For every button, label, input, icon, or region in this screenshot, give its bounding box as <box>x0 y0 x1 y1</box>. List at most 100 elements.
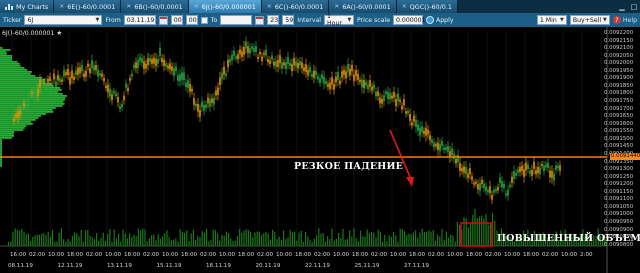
timeframe-select[interactable]: 1 Min ▼ <box>536 15 567 25</box>
time-tick-label: 10:00 <box>219 252 236 258</box>
candle <box>451 148 453 156</box>
from-date-field[interactable]: 03.11.19 <box>123 15 156 25</box>
help-button[interactable]: ? Help <box>612 16 637 24</box>
candle <box>23 102 25 107</box>
time-tick-label: 18:00 <box>124 252 141 258</box>
volume-profile-bar <box>0 141 2 143</box>
candle <box>507 189 509 196</box>
tab-6b[interactable]: ✕ 6B()-60/0.0001 <box>121 0 189 13</box>
tab-6c[interactable]: ✕ 6C()-60/0.0001 <box>261 0 330 13</box>
candle <box>531 170 533 176</box>
volume-profile-bar <box>0 105 63 107</box>
calendar-icon[interactable] <box>158 15 168 25</box>
volume-bar <box>430 232 432 246</box>
tab-label: 6C()-60/0.0001 <box>274 2 324 11</box>
close-icon[interactable]: ✕ <box>402 3 407 10</box>
candle <box>21 106 23 115</box>
candle <box>49 76 51 81</box>
candle <box>407 110 409 114</box>
candle <box>419 127 421 136</box>
candle <box>333 84 335 90</box>
tab-6a[interactable]: ✕ 6A()-60/0.0001 <box>329 0 397 13</box>
close-icon[interactable]: ✕ <box>267 3 272 10</box>
candle <box>471 176 473 181</box>
volume-profile-bar <box>0 111 54 113</box>
candle <box>215 90 217 96</box>
calendar-icon[interactable] <box>255 15 265 25</box>
candle <box>379 97 381 104</box>
tab-6e[interactable]: ✕ 6E()-60/0.0001 <box>54 0 122 13</box>
volume-bar <box>485 214 487 246</box>
time-tick-label: 18:00 <box>67 252 84 258</box>
chart-area[interactable]: 6J()-60/0.000001 ★ 0.0092200 0.0092150 0.0… <box>0 27 640 273</box>
volume-bar <box>236 236 238 246</box>
candle <box>403 98 405 106</box>
minimize-icon[interactable]: ▁ <box>616 0 628 13</box>
tab-6j[interactable]: ✕ 6J()-60/0.000001 <box>188 0 262 13</box>
volume-bar <box>210 240 212 246</box>
candle <box>497 187 499 191</box>
candle <box>433 142 435 148</box>
maximize-icon[interactable]: □ <box>628 0 640 13</box>
candle <box>111 94 113 100</box>
candle <box>129 77 131 81</box>
tab-qgc[interactable]: ✕ QGC()-60/0.1 <box>396 0 458 13</box>
candle <box>533 161 535 169</box>
volume-bar <box>346 238 348 246</box>
volume-bar <box>395 235 397 246</box>
volume-bar <box>230 238 232 246</box>
volume-bar <box>197 235 199 246</box>
to-minute-field[interactable]: 59 <box>282 15 295 25</box>
candle <box>557 165 559 169</box>
candle <box>63 70 65 77</box>
candle <box>109 88 111 97</box>
to-date-field[interactable] <box>220 15 253 25</box>
candle <box>231 54 233 61</box>
volume-bar <box>102 232 104 246</box>
close-icon[interactable]: ✕ <box>194 3 199 10</box>
volume-profile-bar <box>0 149 2 151</box>
close-icon[interactable]: ✕ <box>126 3 131 10</box>
from-minute-field[interactable]: 00 <box>185 15 198 25</box>
from-hour-field[interactable]: 00 <box>170 15 183 25</box>
price-tick-label: 0.0092100 <box>604 45 634 52</box>
candle <box>133 64 135 68</box>
volume-bar <box>100 237 102 246</box>
side-select[interactable]: Buy+Sell ▼ <box>569 15 610 25</box>
candle <box>317 76 319 80</box>
candle <box>257 56 259 59</box>
candle <box>459 163 461 171</box>
candle <box>79 67 81 74</box>
volume-bar <box>439 236 441 246</box>
to-checkbox[interactable] <box>200 16 208 24</box>
close-icon[interactable]: ✕ <box>59 3 64 10</box>
volume-bar <box>276 239 278 246</box>
to-hour-field[interactable]: 23 <box>267 15 280 25</box>
volume-bar <box>126 238 128 246</box>
volume-profile-bar <box>0 79 46 81</box>
volume-bar <box>423 232 425 246</box>
ticker-select[interactable]: 6J ▼ <box>24 15 103 25</box>
volume-bar <box>456 222 458 246</box>
candle <box>83 73 85 78</box>
volume-bar <box>445 231 447 246</box>
interval-select[interactable]: 1 Hour ▼ <box>324 13 354 27</box>
star-icon[interactable]: ★ <box>56 29 62 37</box>
candle <box>341 71 343 78</box>
close-icon[interactable]: ✕ <box>334 3 339 10</box>
volume-bar <box>82 241 84 246</box>
volume-bar <box>362 236 364 246</box>
candle <box>275 61 277 68</box>
volume-bar <box>74 232 76 246</box>
tab-my-charts[interactable]: My Charts <box>0 0 55 13</box>
candle <box>283 62 285 66</box>
volume-bar <box>25 234 27 246</box>
volume-bar <box>96 233 98 246</box>
candle <box>437 142 439 150</box>
date-tick-label: 15.11.19 <box>156 263 182 269</box>
volume-bar <box>14 228 16 246</box>
volume-bar <box>21 228 23 246</box>
price-scale-field[interactable]: 0.000001 <box>393 15 426 25</box>
candle <box>369 80 371 87</box>
apply-button[interactable]: Apply <box>426 16 454 24</box>
